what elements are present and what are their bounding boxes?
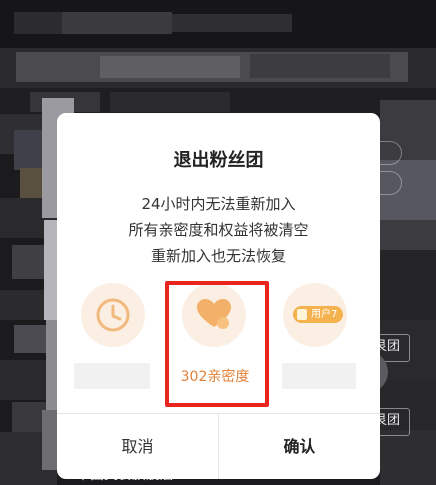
user-level-badge-text: 用户7 (311, 309, 338, 320)
benefit-item-level: 用户7 (283, 283, 347, 347)
exit-fan-club-dialog: 退出粉丝团 24小时内无法重新加入 所有亲密度和权益将被清空 重新加入也无法恢复… (57, 113, 380, 479)
highlight-box (165, 281, 269, 407)
blurred-label (282, 363, 356, 389)
watermark-logo (309, 447, 363, 471)
badge-mini-icon (297, 309, 307, 320)
dialog-title: 退出粉丝团 (173, 150, 264, 171)
user-level-badge-icon: 用户7 (293, 306, 344, 323)
dialog-description-line: 重新加入也无法恢复 (150, 247, 286, 265)
blurred-label (74, 363, 150, 389)
dialog-description-line: 所有亲密度和权益将被清空 (128, 221, 309, 239)
dialog-description-line: 24小时内无法重新加入 (141, 195, 296, 213)
benefit-item-cooldown (81, 283, 145, 347)
cancel-button[interactable]: 取消 (57, 414, 218, 479)
clock-icon (96, 298, 130, 332)
